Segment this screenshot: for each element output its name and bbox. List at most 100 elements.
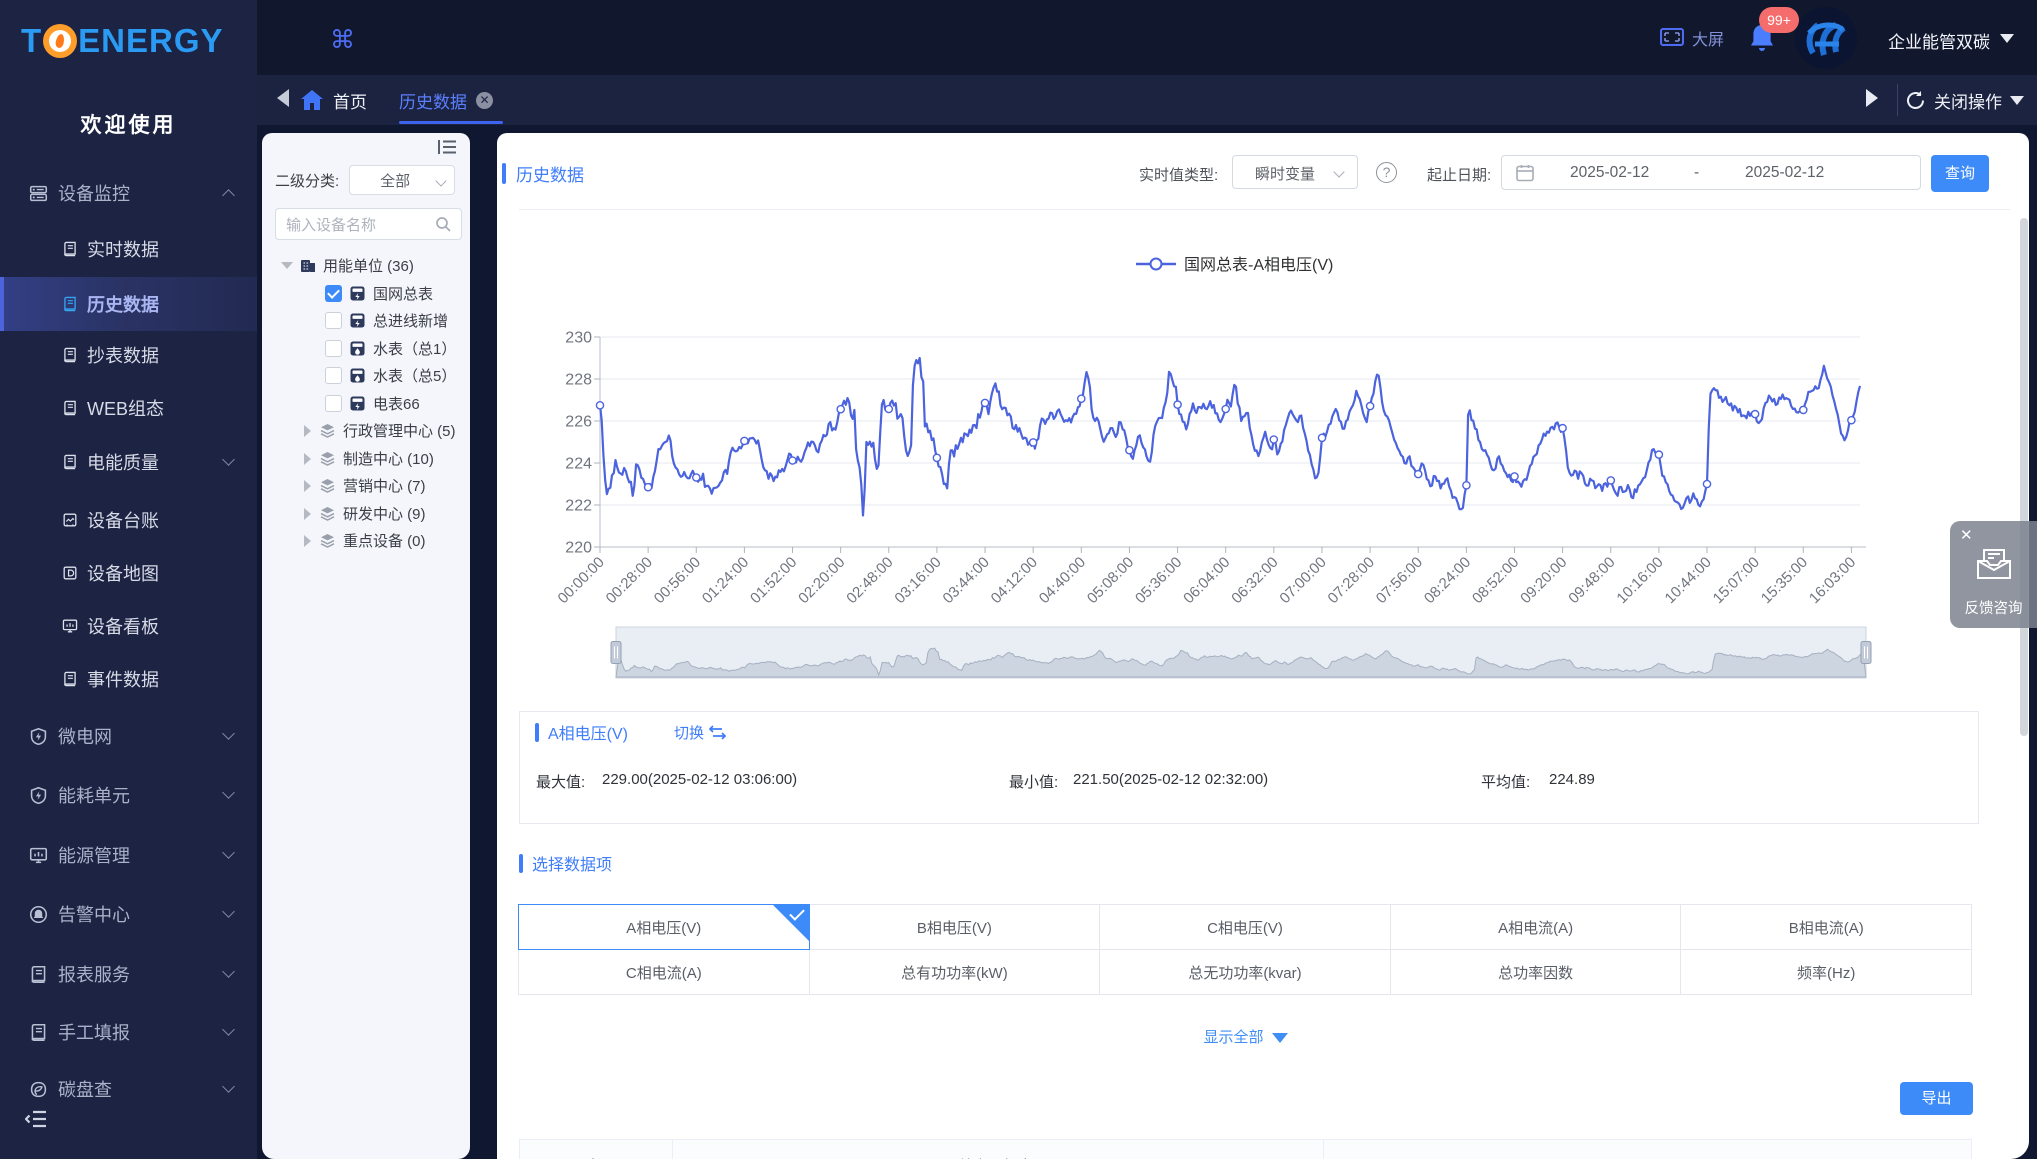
chart-datazoom-slider[interactable]: [611, 627, 1871, 678]
tree-node-国网总表[interactable]: 国网总表: [262, 280, 470, 307]
date-start-value[interactable]: 2025-02-12: [1570, 164, 1649, 182]
chart-legend[interactable]: 国网总表-A相电压(V): [1136, 256, 1333, 274]
feedback-widget[interactable]: ✕ 反馈咨询: [1950, 521, 2037, 628]
org-caret-icon[interactable]: [2000, 34, 2014, 43]
sidebar-item-告警中心[interactable]: 告警中心: [0, 889, 257, 939]
workspace-icon[interactable]: ⌘: [330, 25, 355, 55]
sidebar-item-电能质量[interactable]: 电能质量: [0, 437, 257, 487]
tab-close-icon[interactable]: ✕: [476, 92, 493, 109]
data-item-B相电压(V)[interactable]: B相电压(V): [809, 904, 1101, 950]
tree-checkbox[interactable]: [325, 285, 342, 302]
tab-history-data[interactable]: 历史数据 ✕: [399, 75, 493, 125]
tree-node-制造中心 (10)[interactable]: 制造中心 (10): [262, 445, 470, 472]
tree-checkbox[interactable]: [325, 340, 342, 357]
tree-checkbox[interactable]: [325, 367, 342, 384]
datazoom-handle-right[interactable]: [1861, 642, 1871, 664]
sidebar-item-历史数据[interactable]: 历史数据: [0, 277, 257, 331]
export-button[interactable]: 导出: [1900, 1082, 1973, 1115]
tab-scroll-right-icon[interactable]: [1866, 89, 1878, 107]
caret-right-icon[interactable]: [304, 535, 311, 547]
book-icon: [62, 296, 78, 312]
sidebar-item-WEB组态[interactable]: WEB组态: [0, 383, 257, 433]
data-item-总无功功率(kvar)[interactable]: 总无功功率(kvar): [1099, 949, 1391, 995]
date-end-value[interactable]: 2025-02-12: [1745, 164, 1824, 182]
tree-node-水表（总5）[interactable]: 水表（总5）: [262, 362, 470, 389]
sidebar-item-能耗单元[interactable]: 能耗单元: [0, 770, 257, 820]
scrollbar-thumb[interactable]: [2020, 218, 2028, 736]
tree-node-电表66[interactable]: 电表66: [262, 390, 470, 417]
secondary-category-select[interactable]: 全部: [349, 165, 455, 195]
chart-x-label: 15:35:00: [1758, 554, 1811, 607]
tree-checkbox[interactable]: [325, 395, 342, 412]
book-icon: [62, 454, 78, 470]
big-screen-icon: [1660, 28, 1684, 48]
chart-x-label: 03:44:00: [940, 554, 993, 607]
device-search-input[interactable]: 输入设备名称: [275, 208, 462, 240]
show-all-label: 显示全部: [1203, 1029, 1263, 1046]
sidebar-item-手工填报[interactable]: 手工填报: [0, 1007, 257, 1057]
sidebar-item-label: 实时数据: [87, 236, 159, 262]
tree-list-icon[interactable]: [438, 139, 456, 155]
help-icon[interactable]: ?: [1376, 162, 1397, 183]
secondary-category-row: 二级分类: 全部: [275, 165, 455, 195]
tree-node-行政管理中心 (5)[interactable]: 行政管理中心 (5): [262, 417, 470, 444]
realtime-type-select[interactable]: 瞬时变量: [1232, 155, 1358, 189]
caret-right-icon[interactable]: [304, 480, 311, 492]
data-item-A相电压(V)[interactable]: A相电压(V): [518, 904, 810, 950]
sidebar-item-抄表数据[interactable]: 抄表数据: [0, 330, 257, 380]
query-button[interactable]: 查询: [1931, 155, 1989, 192]
caret-right-icon[interactable]: [304, 508, 311, 520]
show-all-link[interactable]: 显示全部: [519, 1026, 1972, 1047]
data-item-B相电流(A)[interactable]: B相电流(A): [1680, 904, 1972, 950]
sidebar-item-碳盘查[interactable]: 碳盘查: [0, 1064, 257, 1114]
data-item-C相电流(A)[interactable]: C相电流(A): [518, 949, 810, 995]
tab-home[interactable]: 首页: [300, 75, 367, 125]
sidebar-item-设备地图[interactable]: 设备地图: [0, 548, 257, 598]
caret-right-icon[interactable]: [304, 425, 311, 437]
chart-x-label: 01:52:00: [747, 554, 800, 607]
realtime-type-value: 瞬时变量: [1255, 163, 1315, 184]
feedback-close-icon[interactable]: ✕: [1960, 526, 1973, 544]
caret-right-icon[interactable]: [304, 453, 311, 465]
sidebar-item-能源管理[interactable]: 能源管理: [0, 830, 257, 880]
sidebar-item-设备看板[interactable]: 设备看板: [0, 601, 257, 651]
sidebar-item-实时数据[interactable]: 实时数据: [0, 224, 257, 274]
caret-down-icon[interactable]: [281, 262, 293, 269]
big-screen-button[interactable]: 大屏: [1660, 26, 1724, 50]
sidebar-item-报表服务[interactable]: 报表服务: [0, 949, 257, 999]
tree-node-用能单位 (36)[interactable]: 用能单位 (36): [262, 252, 470, 279]
max-label: 最大值:: [536, 771, 585, 792]
table-column-header: 国网总表-A相电压(V): [673, 1140, 1324, 1159]
data-item-A相电流(A)[interactable]: A相电流(A): [1390, 904, 1682, 950]
sidebar-item-icon: [29, 846, 48, 865]
close-operations-dropdown[interactable]: 关闭操作: [1905, 75, 2024, 125]
tree-node-营销中心 (7)[interactable]: 营销中心 (7): [262, 472, 470, 499]
tree-node-重点设备 (0)[interactable]: 重点设备 (0): [262, 527, 470, 554]
avg-value: 224.89: [1549, 771, 1595, 788]
sidebar-item-icon: [29, 1080, 48, 1099]
data-item-总功率因数[interactable]: 总功率因数: [1390, 949, 1682, 995]
tree-node-水表（总1）[interactable]: 水表（总1）: [262, 335, 470, 362]
datazoom-handle-left[interactable]: [611, 642, 621, 664]
tree-node-总进线新增[interactable]: 总进线新增: [262, 307, 470, 334]
stats-panel: [519, 711, 1979, 824]
sidebar-collapse-icon[interactable]: [25, 1110, 47, 1128]
switch-metric-button[interactable]: 切换: [674, 722, 726, 743]
sidebar-item-icon: [62, 618, 78, 634]
tree-checkbox[interactable]: [325, 312, 342, 329]
active-tab-underline: [399, 121, 503, 124]
sidebar-item-事件数据[interactable]: 事件数据: [0, 654, 257, 704]
avatar[interactable]: [1795, 7, 1857, 69]
org-switcher[interactable]: 企业能管双碳: [1888, 28, 1990, 53]
tree-node-研发中心 (9)[interactable]: 研发中心 (9): [262, 500, 470, 527]
sidebar-item-微电网[interactable]: 微电网: [0, 711, 257, 761]
data-item-频率(Hz)[interactable]: 频率(Hz): [1680, 949, 1972, 995]
sidebar-item-设备台账[interactable]: 设备台账: [0, 495, 257, 545]
tab-home-label: 首页: [333, 88, 367, 113]
date-range-picker[interactable]: 2025-02-12 - 2025-02-12: [1501, 155, 1921, 190]
sidebar-item-设备监控[interactable]: 设备监控: [0, 168, 257, 218]
tab-scroll-left-icon[interactable]: [277, 89, 289, 107]
data-item-总有功功率(kW)[interactable]: 总有功功率(kW): [809, 949, 1101, 995]
data-item-C相电压(V)[interactable]: C相电压(V): [1099, 904, 1391, 950]
data-item-label: 总功率因数: [1498, 962, 1573, 983]
